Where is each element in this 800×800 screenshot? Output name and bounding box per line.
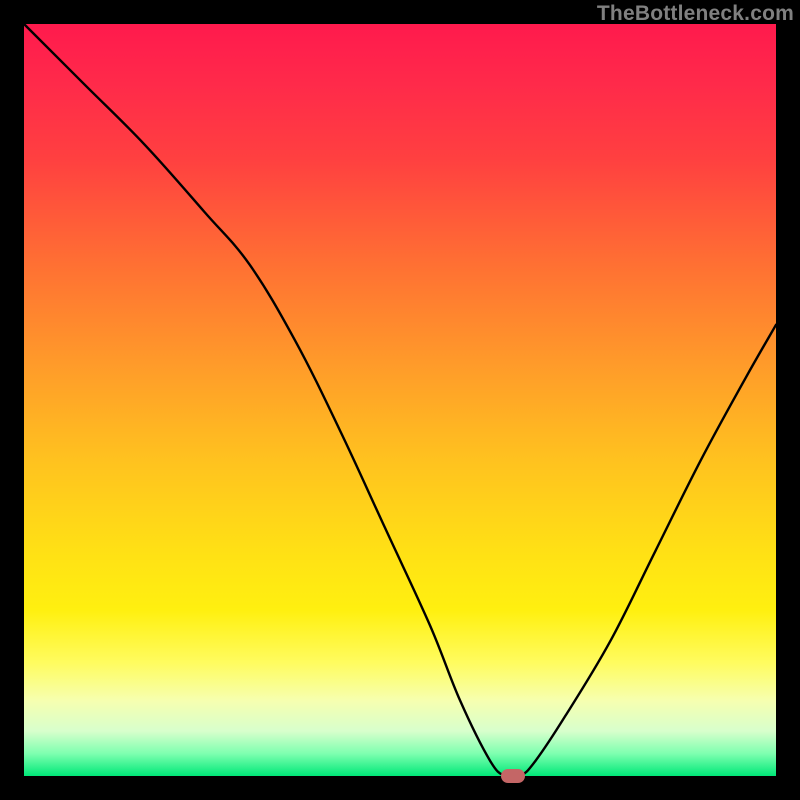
chart-frame: TheBottleneck.com	[0, 0, 800, 800]
minimum-marker	[501, 769, 525, 783]
chart-plot-area	[24, 24, 776, 776]
bottleneck-curve	[24, 24, 776, 776]
watermark-text: TheBottleneck.com	[597, 2, 794, 26]
